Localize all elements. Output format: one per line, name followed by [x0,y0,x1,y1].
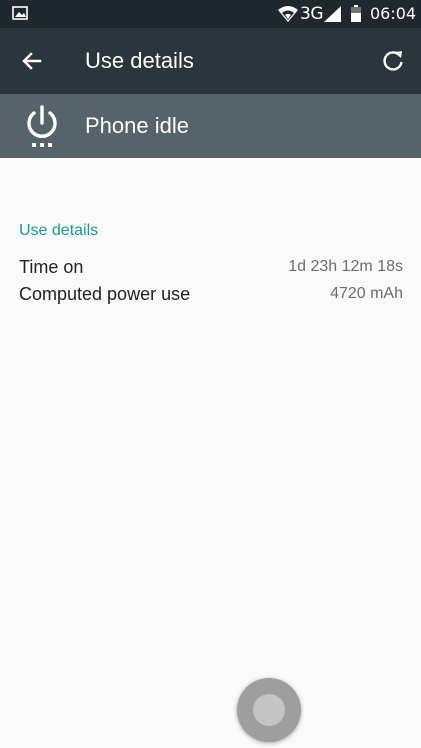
detail-row-time-on: Time on 1d 23h 12m 18s [19,255,403,279]
detail-label: Time on [19,257,84,277]
clock: 06:04 [370,4,417,23]
detail-value: 1d 23h 12m 18s [288,258,403,275]
floating-assistive-button[interactable] [237,678,301,742]
toolbar: Use details [0,28,421,94]
app-header: Phone idle [0,94,421,158]
arrow-back-icon[interactable] [18,47,46,75]
gallery-icon [12,6,28,20]
signal-icon [324,6,341,22]
floating-button-center [253,694,285,726]
detail-value: 4720 mAh [330,285,403,302]
section-title: Use details [19,222,99,239]
refresh-icon[interactable] [379,47,407,75]
status-bar: 3G 06:04 [0,0,421,28]
app-name: Phone idle [85,113,189,138]
wifi-icon [278,6,298,22]
battery-icon [351,5,361,22]
detail-label: Computed power use [19,284,191,304]
power-icon [27,105,57,147]
detail-row-computed-power: Computed power use 4720 mAh [19,282,403,306]
network-type: 3G [300,4,324,24]
page-title: Use details [85,48,194,73]
